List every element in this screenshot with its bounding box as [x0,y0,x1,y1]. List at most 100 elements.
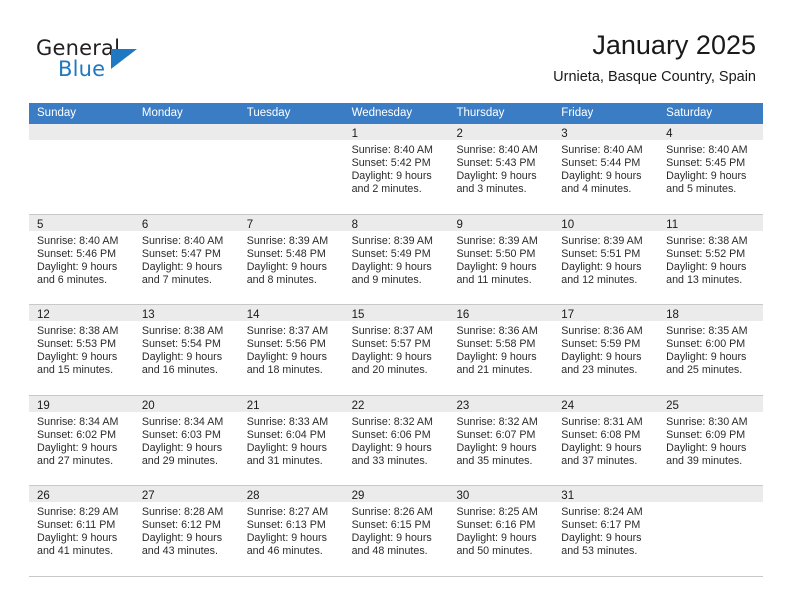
day-number-band: 28 [238,486,344,502]
calendar-day-cell[interactable]: 3 Sunrise: 8:40 AM Sunset: 5:44 PM Daylight… [553,124,659,214]
day-detail-text: Sunrise: 8:24 AM Sunset: 6:17 PM Daylight:… [553,502,658,558]
day-detail-line: Sunrise: 8:37 AM [351,325,433,337]
day-number: 31 [561,490,575,502]
calendar-day-cell[interactable]: 24 Sunrise: 8:31 AM Sunset: 6:08 PM Dayligh… [553,395,659,486]
day-detail-line: Daylight: 9 hours [141,532,223,545]
calendar-day-cell-empty [658,486,764,576]
calendar-day-cell[interactable]: 31 Sunrise: 8:24 AM Sunset: 6:17 PM Dayligh… [553,486,659,576]
day-detail-text: Sunrise: 8:40 AM Sunset: 5:42 PM Daylight:… [344,140,449,196]
calendar-day-cell[interactable]: 25 Sunrise: 8:30 AM Sunset: 6:09 PM Dayligh… [658,395,764,486]
calendar-day-cell[interactable]: 26 Sunrise: 8:29 AM Sunset: 6:11 PM Dayligh… [29,486,134,576]
day-detail-line: and 37 minutes. [561,454,638,467]
day-detail-line: Sunrise: 8:28 AM [141,506,224,518]
day-number-band: 6 [133,214,239,231]
calendar-day-cell[interactable]: 9 Sunrise: 8:39 AM Sunset: 5:50 PM Daylight… [448,214,554,305]
day-detail-line: Daylight: 9 hours [246,351,327,364]
day-number-band: 27 [133,486,239,502]
day-detail-line: Sunrise: 8:38 AM [141,325,224,337]
calendar-day-cell[interactable]: 17 Sunrise: 8:36 AM Sunset: 5:59 PM Dayligh… [553,305,659,395]
calendar-day-cell[interactable]: 23 Sunrise: 8:32 AM Sunset: 6:07 PM Dayligh… [448,395,554,486]
calendar-day-cell[interactable]: 11 Sunrise: 8:38 AM Sunset: 5:52 PM Dayligh… [658,214,764,305]
calendar-day-cell[interactable]: 20 Sunrise: 8:34 AM Sunset: 6:03 PM Dayligh… [133,395,239,486]
day-detail-line: Daylight: 9 hours [561,441,642,454]
day-detail-line: Daylight: 9 hours [37,441,118,454]
day-detail-text: Sunrise: 8:40 AM Sunset: 5:46 PM Daylight:… [29,231,134,287]
day-detail-line: Sunrise: 8:38 AM [666,234,748,247]
day-number-band: 4 [658,124,764,140]
day-detail-line: and 15 minutes. [37,364,114,377]
day-detail-line: Daylight: 9 hours [37,351,118,364]
calendar-day-cell[interactable]: 22 Sunrise: 8:32 AM Sunset: 6:06 PM Dayligh… [343,395,449,486]
day-detail-line: and 35 minutes. [456,454,533,467]
day-detail-line: Sunset: 5:51 PM [561,247,641,260]
day-detail-line: Sunset: 6:12 PM [141,519,221,532]
day-detail-line: and 46 minutes. [246,545,323,558]
calendar-day-cell[interactable]: 28 Sunrise: 8:27 AM Sunset: 6:13 PM Dayligh… [238,486,344,576]
calendar-day-cell[interactable]: 7 Sunrise: 8:39 AM Sunset: 5:48 PM Daylight… [238,214,344,305]
weekday-header-row: Sunday Monday Tuesday Wednesday Thursday Frid… [29,103,763,124]
day-detail-line: Sunset: 5:57 PM [351,338,431,351]
day-detail-text: Sunrise: 8:33 AM Sunset: 6:04 PM Daylight:… [239,412,344,468]
day-detail-line: Sunrise: 8:40 AM [561,144,643,156]
calendar-day-cell[interactable]: 10 Sunrise: 8:39 AM Sunset: 5:51 PM Dayligh… [553,214,659,305]
calendar-day-cell[interactable]: 4 Sunrise: 8:40 AM Sunset: 5:45 PM Daylight… [658,124,764,214]
calendar-day-cell[interactable]: 30 Sunrise: 8:25 AM Sunset: 6:16 PM Dayligh… [448,486,554,576]
calendar-day-cell[interactable]: 12 Sunrise: 8:38 AM Sunset: 5:53 PM Dayligh… [29,305,134,395]
day-detail-line: Sunset: 6:09 PM [666,428,746,441]
day-detail-text: Sunrise: 8:39 AM Sunset: 5:50 PM Daylight:… [448,231,553,287]
day-detail-line: Sunset: 6:15 PM [351,519,431,532]
day-number: 22 [351,399,365,412]
calendar-day-cell[interactable]: 14 Sunrise: 8:37 AM Sunset: 5:56 PM Dayligh… [238,305,344,395]
day-detail-line: Sunset: 6:03 PM [141,428,221,441]
logo-triangle-icon [111,49,137,69]
day-detail-text: Sunrise: 8:25 AM Sunset: 6:16 PM Daylight:… [448,502,553,558]
day-detail-line: and 25 minutes. [666,364,743,377]
general-blue-logo[interactable]: General Blue [36,36,156,84]
day-detail-line: and 21 minutes. [456,364,533,377]
day-detail-line: Sunrise: 8:39 AM [351,234,433,247]
day-detail-line: Sunrise: 8:25 AM [456,506,538,518]
day-detail-line: Sunrise: 8:26 AM [351,506,433,518]
calendar-day-cell[interactable]: 5 Sunrise: 8:40 AM Sunset: 5:46 PM Daylight… [29,214,134,305]
calendar-day-cell[interactable]: 8 Sunrise: 8:39 AM Sunset: 5:49 PM Daylight… [343,214,449,305]
day-number-band: 3 [553,124,659,140]
day-number-band: 29 [343,486,449,502]
calendar-day-cell[interactable]: 19 Sunrise: 8:34 AM Sunset: 6:02 PM Dayligh… [29,395,134,486]
weekday-header-friday: Friday [561,107,594,119]
page-subtitle: Urnieta, Basque Country, Spain [553,69,756,85]
day-detail-line: Sunset: 5:48 PM [246,247,326,260]
day-number-band [238,124,344,140]
calendar-day-cell[interactable]: 21 Sunrise: 8:33 AM Sunset: 6:04 PM Dayligh… [238,395,344,486]
day-detail-line: Sunrise: 8:40 AM [666,144,748,156]
calendar-week-row: 1 Sunrise: 8:40 AM Sunset: 5:42 PM Daylight… [29,124,764,215]
day-number-band: 15 [343,305,449,321]
day-detail-line: and 50 minutes. [456,545,533,558]
calendar-day-cell[interactable]: 27 Sunrise: 8:28 AM Sunset: 6:12 PM Dayligh… [133,486,239,576]
calendar-day-cell[interactable]: 29 Sunrise: 8:26 AM Sunset: 6:15 PM Dayligh… [343,486,449,576]
day-detail-line: Daylight: 9 hours [141,441,223,454]
day-detail-line: Sunrise: 8:30 AM [666,415,748,428]
day-detail-line: Sunset: 5:46 PM [37,247,117,260]
day-detail-line: Daylight: 9 hours [456,441,537,454]
weekday-header-monday: Monday [141,107,183,119]
day-detail-text: Sunrise: 8:34 AM Sunset: 6:03 PM Daylight:… [134,412,239,468]
day-detail-line: and 5 minutes. [666,183,737,196]
calendar-day-cell[interactable]: 15 Sunrise: 8:37 AM Sunset: 5:57 PM Dayligh… [343,305,449,395]
day-detail-line: Sunrise: 8:37 AM [246,325,329,337]
calendar-day-cell[interactable]: 18 Sunrise: 8:35 AM Sunset: 6:00 PM Dayligh… [658,305,764,395]
calendar-day-cell[interactable]: 2 Sunrise: 8:40 AM Sunset: 5:43 PM Daylight… [448,124,554,214]
day-detail-line: Sunset: 6:17 PM [561,519,641,532]
day-detail-text: Sunrise: 8:40 AM Sunset: 5:45 PM Daylight:… [658,140,763,196]
day-number-band: 20 [133,395,239,412]
calendar-day-cell[interactable]: 6 Sunrise: 8:40 AM Sunset: 5:47 PM Daylight… [133,214,239,305]
day-detail-text: Sunrise: 8:26 AM Sunset: 6:15 PM Daylight:… [344,502,449,558]
calendar-day-cell[interactable]: 1 Sunrise: 8:40 AM Sunset: 5:42 PM Daylight… [343,124,449,214]
calendar-day-cell-empty [29,124,134,214]
calendar-day-cell[interactable]: 16 Sunrise: 8:36 AM Sunset: 5:58 PM Dayligh… [448,305,554,395]
day-detail-line: and 2 minutes. [351,183,422,196]
day-detail-line: and 53 minutes. [561,545,638,558]
day-number: 29 [351,490,365,502]
calendar-day-cell[interactable]: 13 Sunrise: 8:38 AM Sunset: 5:54 PM Dayligh… [133,305,239,395]
day-number: 13 [141,309,155,321]
day-detail-text: Sunrise: 8:31 AM Sunset: 6:08 PM Daylight:… [553,412,658,468]
